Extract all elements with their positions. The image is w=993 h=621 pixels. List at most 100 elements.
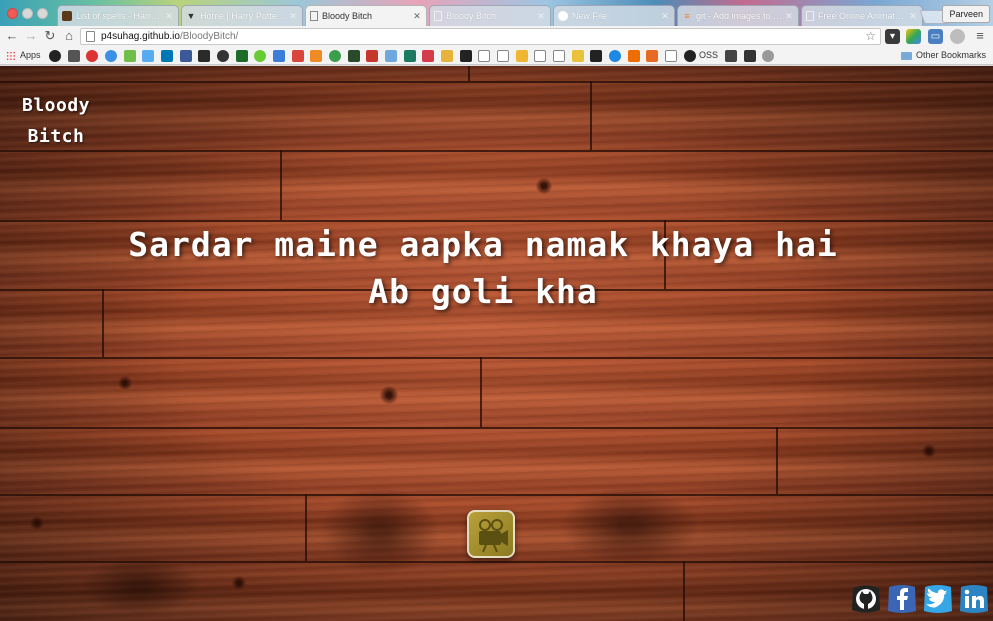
plank-joint: [280, 150, 282, 220]
bookmark-b-icon[interactable]: [609, 50, 621, 62]
tab-animated-gif[interactable]: Free Online Animated Gif ✕: [801, 5, 923, 26]
bookmark-gear-icon[interactable]: [217, 50, 229, 62]
page-viewport: Bloody Bitch Sardar maine aapka namak kh…: [0, 66, 993, 621]
apps-grid-icon: [6, 50, 16, 61]
bookmark-terminal-icon[interactable]: [236, 50, 248, 62]
bookmark-grid-icon[interactable]: [725, 50, 737, 62]
plank-joint: [305, 494, 307, 561]
bookmark-blue-icon[interactable]: [105, 50, 117, 62]
bookmark-android-icon[interactable]: [254, 50, 266, 62]
plank-seam: [0, 150, 993, 152]
apps-label: Apps: [20, 50, 41, 60]
plank-seam: [0, 427, 993, 429]
tab-close-icon[interactable]: ✕: [908, 11, 918, 22]
play-video-button[interactable]: [467, 510, 515, 558]
tab-bloody-bitch[interactable]: Bloody Bitch ✕: [429, 5, 551, 26]
bookmark-people-icon[interactable]: [516, 50, 528, 62]
apps-shortcut[interactable]: Apps: [6, 49, 41, 62]
bookmark-oss-label[interactable]: OSS: [699, 49, 718, 62]
tab-bloody-bitch-active[interactable]: Bloody Bitch ✕: [305, 5, 427, 26]
bookmark-github-icon[interactable]: [684, 50, 696, 62]
tab-close-icon[interactable]: ✕: [412, 11, 422, 22]
tab-new-file[interactable]: New File ✕: [553, 5, 675, 26]
bookmark-shield-icon[interactable]: [348, 50, 360, 62]
back-arrow-icon[interactable]: ←: [4, 28, 20, 44]
bookmark-page-icon[interactable]: [534, 50, 546, 62]
quote-line2: Ab goli kha: [368, 272, 598, 311]
forward-arrow-icon[interactable]: →: [23, 28, 39, 44]
movie-camera-icon: [479, 519, 508, 553]
bookmark-facebook-icon[interactable]: [180, 50, 192, 62]
site-logo[interactable]: Bloody Bitch: [0, 90, 112, 152]
bookmark-page-icon[interactable]: [665, 50, 677, 62]
window-close-button[interactable]: [7, 8, 18, 19]
github-link[interactable]: [849, 582, 883, 616]
bookmark-code-icon[interactable]: [572, 50, 584, 62]
linkedin-link[interactable]: [957, 582, 991, 616]
url-path: /BloodyBitch/: [179, 31, 239, 42]
plank-seam: [0, 357, 993, 359]
menu-icon[interactable]: ≡: [972, 28, 988, 44]
page-icon: [310, 11, 318, 21]
window-minimize-button[interactable]: [22, 8, 33, 19]
bookmark-asterisk-icon[interactable]: [460, 50, 472, 62]
bookmark-red-icon[interactable]: [86, 50, 98, 62]
bookmarks-bar: Apps OSS Other Bookmarks: [0, 47, 993, 65]
screenshot-icon[interactable]: ▭: [928, 29, 943, 44]
tab-close-icon[interactable]: ✕: [164, 11, 174, 22]
tab-close-icon[interactable]: ✕: [660, 11, 670, 22]
bookmark-linkedin-icon[interactable]: [161, 50, 173, 62]
bookmark-star-icon[interactable]: ☆: [865, 29, 876, 44]
profile-button[interactable]: Parveen: [942, 5, 990, 23]
wood-knot: [118, 376, 132, 390]
bookmark-amazon-icon[interactable]: [198, 50, 210, 62]
home-icon[interactable]: ⌂: [61, 28, 77, 44]
bookmark-github-icon[interactable]: [49, 50, 61, 62]
bookmark-globe-icon[interactable]: [385, 50, 397, 62]
google-drive-icon[interactable]: [906, 29, 921, 44]
bookmark-camera-icon[interactable]: [590, 50, 602, 62]
tab-close-icon[interactable]: ✕: [784, 11, 794, 22]
bookmark-doc-icon[interactable]: [68, 50, 80, 62]
bookmark-h-icon[interactable]: [646, 50, 658, 62]
tab-close-icon[interactable]: ✕: [536, 11, 546, 22]
folder-icon: [900, 51, 912, 60]
pocket-icon[interactable]: ▾: [885, 29, 900, 44]
wood-knot: [922, 444, 936, 458]
bookmark-flag-icon[interactable]: [422, 50, 434, 62]
bookmark-ca-icon[interactable]: [366, 50, 378, 62]
wood-stain: [80, 556, 200, 616]
bookmark-green-icon[interactable]: [124, 50, 136, 62]
tab-close-icon[interactable]: ✕: [288, 11, 298, 22]
address-bar[interactable]: p4suhag.github.io/BloodyBitch/ ☆: [80, 28, 881, 45]
bookmark-zero-icon[interactable]: [628, 50, 640, 62]
browser-toolbar: ← → ↻ ⌂ p4suhag.github.io/BloodyBitch/ ☆…: [0, 26, 993, 47]
page-info-icon[interactable]: [86, 31, 95, 42]
facebook-icon: [888, 585, 916, 613]
window-zoom-button[interactable]: [37, 8, 48, 19]
tab-list-of-spells[interactable]: List of spells - Harry Potter ✕: [57, 5, 179, 26]
bookmark-star-icon[interactable]: [441, 50, 453, 62]
bookmark-page-icon[interactable]: [497, 50, 509, 62]
twitter-link[interactable]: [921, 582, 955, 616]
tab-git-add-images[interactable]: ≡ git - Add images to readme ✕: [677, 5, 799, 26]
bookmark-circle-icon[interactable]: [329, 50, 341, 62]
bookmark-code-icon[interactable]: [273, 50, 285, 62]
bookmark-twitter-icon[interactable]: [142, 50, 154, 62]
bookmark-udemy-icon[interactable]: [310, 50, 322, 62]
bookmark-chart-icon[interactable]: [744, 50, 756, 62]
wood-stain: [320, 486, 440, 576]
url-host: p4suhag.github.io: [101, 31, 180, 42]
bookmark-face-icon[interactable]: [762, 50, 774, 62]
pottermore-icon: ▼: [186, 11, 196, 21]
wood-knot: [536, 178, 552, 194]
bookmark-percent-icon[interactable]: [292, 50, 304, 62]
facebook-link[interactable]: [885, 582, 919, 616]
reload-icon[interactable]: ↻: [42, 28, 58, 44]
bookmark-page-icon[interactable]: [478, 50, 490, 62]
other-bookmarks[interactable]: Other Bookmarks: [900, 49, 986, 62]
bookmark-page-icon[interactable]: [553, 50, 565, 62]
bookmark-bird-icon[interactable]: [404, 50, 416, 62]
extension-icon[interactable]: [950, 29, 965, 44]
tab-harry-potter-home[interactable]: ▼ Home | Harry Potter Art ✕: [181, 5, 303, 26]
